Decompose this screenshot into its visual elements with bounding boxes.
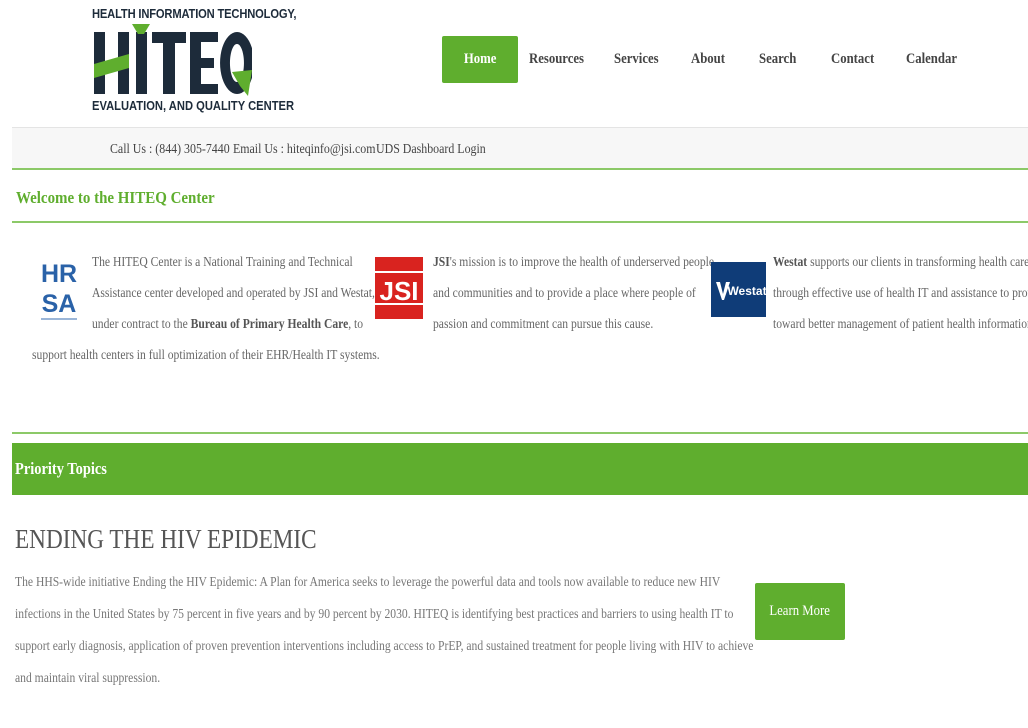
nav-contact[interactable]: Contact <box>831 36 874 83</box>
phone-text: Call Us : (844) 305-7440 <box>110 142 230 157</box>
svg-text:HR: HR <box>41 260 77 288</box>
site-logo[interactable]: HEALTH INFORMATION TECHNOLOGY, EVALUATIO… <box>92 6 297 116</box>
priority-topics-heading: Priority Topics <box>15 459 107 478</box>
contact-bar: Call Us : (844) 305-7440 Email Us : hite… <box>12 127 1028 170</box>
svg-text:Westat: Westat <box>727 284 766 298</box>
topic-title: ENDING THE HIV EPIDEMIC <box>15 524 317 554</box>
divider <box>12 432 1028 434</box>
topic-body-line: and maintain viral suppression. <box>15 670 161 685</box>
hrsa-logo-icon[interactable]: HR SA <box>38 252 80 326</box>
hiteq-logo <box>94 24 252 96</box>
uds-dashboard-login-link[interactable]: UDS Dashboard Login <box>376 128 486 171</box>
learn-more-button[interactable]: Learn More <box>755 583 845 640</box>
divider <box>12 221 1028 223</box>
priority-topics-bar: Priority Topics <box>12 443 1028 495</box>
email-link[interactable]: Email Us : hiteqinfo@jsi.com <box>233 128 376 171</box>
nav-about[interactable]: About <box>691 36 725 83</box>
topic-body-line: The HHS-wide initiative Ending the HIV E… <box>15 574 721 589</box>
westat-line-2: through effective use of health IT and a… <box>773 285 1028 300</box>
jsi-line-3: passion and commitment can pursue this c… <box>433 316 654 331</box>
jsi-logo-icon[interactable]: JSI <box>375 257 423 319</box>
svg-text:JSI: JSI <box>379 276 418 306</box>
nav-home[interactable]: Home <box>442 36 518 83</box>
hrsa-line-4: support health centers in full optimizat… <box>32 347 380 362</box>
jsi-line-1: JSI's mission is to improve the health o… <box>433 254 715 269</box>
hrsa-line-1: The HITEQ Center is a National Training … <box>92 254 353 269</box>
westat-line-3: toward better management of patient heal… <box>773 316 1028 331</box>
nav-services[interactable]: Services <box>614 36 659 83</box>
hrsa-line-3: under contract to the Bureau of Primary … <box>92 316 364 331</box>
topic-body-line: support early diagnosis, application of … <box>15 638 754 653</box>
hrsa-line-2: Assistance center developed and operated… <box>92 285 375 300</box>
welcome-heading: Welcome to the HITEQ Center <box>16 188 215 207</box>
logo-tagline-top: HEALTH INFORMATION TECHNOLOGY, <box>92 6 297 21</box>
logo-tagline-bottom: EVALUATION, AND QUALITY CENTER <box>92 98 295 113</box>
jsi-line-2: and communities and to provide a place w… <box>433 285 696 300</box>
topic-body-line: infections in the United States by 75 pe… <box>15 606 734 621</box>
westat-line-1: Westat supports our clients in transform… <box>773 254 1028 269</box>
nav-search[interactable]: Search <box>759 36 796 83</box>
svg-text:SA: SA <box>42 290 77 318</box>
westat-logo-icon[interactable]: Westat <box>711 262 766 317</box>
nav-calendar[interactable]: Calendar <box>906 36 957 83</box>
nav-resources[interactable]: Resources <box>529 36 584 83</box>
